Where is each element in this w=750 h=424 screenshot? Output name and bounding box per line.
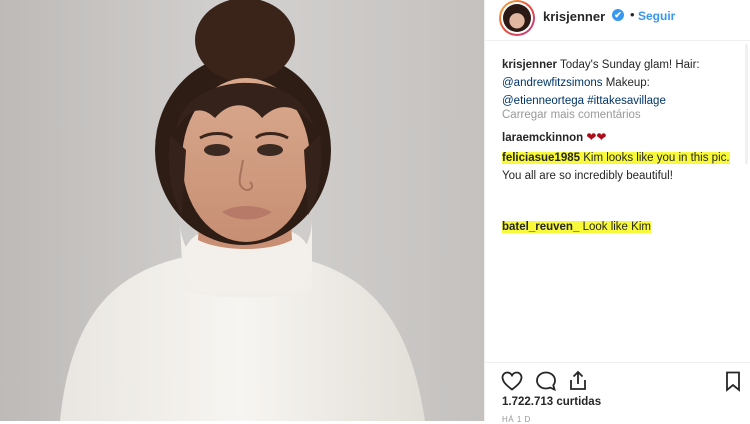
follow-button[interactable]: Seguir	[638, 9, 675, 23]
likes-count[interactable]: 1.722.713 curtidas	[502, 396, 601, 408]
post-header: krisjenner ✔ • Seguir	[485, 0, 750, 41]
separator-dot: •	[630, 7, 635, 22]
comment-username[interactable]: feliciasue1985	[502, 152, 580, 164]
share-icon[interactable]	[566, 369, 590, 393]
verified-icon: ✔	[612, 9, 624, 21]
comment-item: feliciasue1985 Kim looks like you in thi…	[502, 149, 742, 185]
comment-username[interactable]: laraemckinnon	[502, 132, 583, 144]
comment-item: laraemckinnon ❤❤	[502, 128, 742, 147]
comment-text-highlight: Kim looks like you in this pic.	[583, 152, 730, 164]
post-date: HÁ 1 D	[502, 415, 531, 424]
post-side-panel: krisjenner ✔ • Seguir krisjenner Today's…	[485, 0, 750, 424]
avatar[interactable]	[499, 0, 535, 36]
bookmark-icon[interactable]	[721, 369, 745, 393]
comment-text: You all are so incredibly beautiful!	[502, 170, 673, 182]
caption-text-1: Today's Sunday glam! Hair:	[559, 59, 700, 71]
post-photo[interactable]	[0, 0, 484, 421]
comment-text: Look like Kim	[582, 221, 651, 233]
heart-emoji: ❤❤	[586, 130, 607, 144]
comment-item: batel_reuven_ Look like Kim	[502, 218, 742, 236]
comments-scrollbar[interactable]	[745, 44, 748, 164]
mention-link[interactable]: @andrewfitzsimons	[502, 77, 603, 89]
heart-outline-icon[interactable]	[500, 369, 524, 393]
post-photo-illustration	[0, 0, 484, 421]
avatar-image	[503, 4, 531, 32]
caption-text-2: Makeup:	[605, 77, 650, 89]
avatar-ring	[501, 2, 533, 34]
comment-icon[interactable]	[534, 369, 558, 393]
caption-username[interactable]: krisjenner	[502, 59, 557, 71]
action-bar	[485, 362, 750, 395]
load-more-comments-button[interactable]: Carregar mais comentários	[502, 106, 742, 124]
caption: krisjenner Today's Sunday glam! Hair: @a…	[502, 56, 742, 110]
header-username[interactable]: krisjenner	[543, 9, 605, 24]
comment-username[interactable]: batel_reuven_	[502, 221, 579, 233]
